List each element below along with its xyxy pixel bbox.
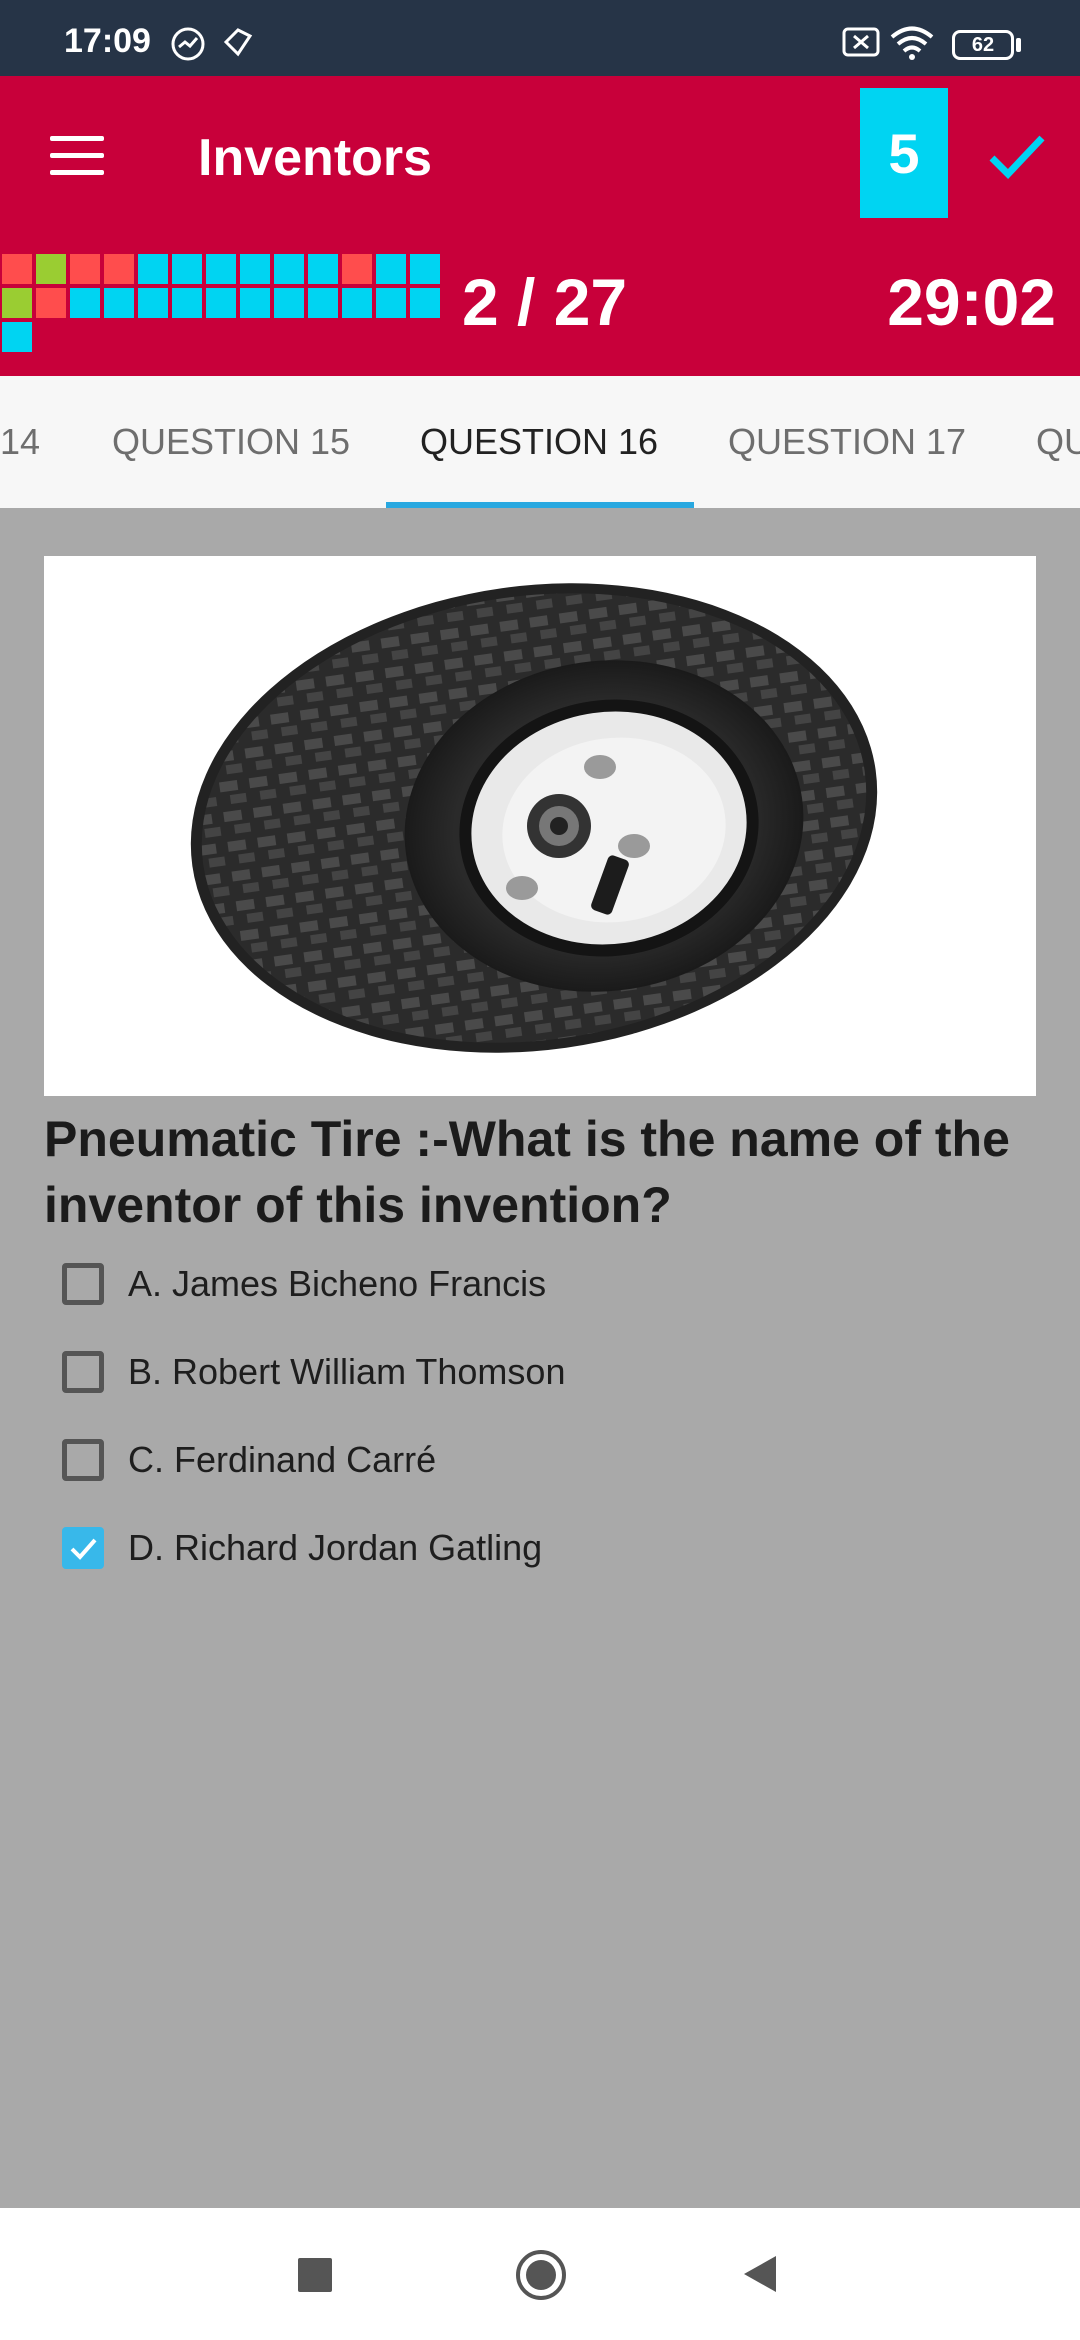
question-count-badge[interactable]: 5: [860, 88, 948, 218]
progress-cell-pending: [376, 288, 406, 318]
app-bar: Inventors 5 2 / 27 29:02: [0, 76, 1080, 376]
hamburger-icon-line: [50, 153, 104, 158]
option-a-label: A. James Bicheno Francis: [128, 1263, 547, 1304]
progress-cell-wrong: [104, 254, 134, 284]
wifi-icon: [890, 26, 934, 60]
home-circle-icon[interactable]: [514, 2248, 568, 2302]
progress-cell-pending: [274, 254, 304, 284]
pneumatic-tire-image: [190, 583, 878, 1053]
progress-cell-pending: [172, 288, 202, 318]
battery-level: 62: [971, 33, 995, 56]
option-d-checkbox[interactable]: [62, 1527, 104, 1569]
progress-cell-pending: [308, 254, 338, 284]
progress-cell-pending: [70, 288, 100, 318]
progress-cell-pending: [206, 254, 236, 284]
quiz-timer: 29:02: [887, 265, 1056, 339]
tab-question-14[interactable]: 14: [0, 376, 40, 508]
hamburger-icon-line: [50, 170, 104, 175]
active-tab-indicator: [386, 502, 694, 508]
progress-cell-pending: [138, 254, 168, 284]
option-c-checkbox[interactable]: [62, 1439, 104, 1481]
checkbox-check-icon: [70, 1538, 97, 1560]
page-title: Inventors: [198, 129, 433, 187]
progress-cell-pending: [308, 288, 338, 318]
tab-question-18[interactable]: QU: [1036, 376, 1080, 508]
progress-cell-pending: [410, 288, 440, 318]
progress-cell-pending: [206, 288, 236, 318]
tab-question-17[interactable]: QUESTION 17: [728, 376, 966, 508]
option-b-label: B. Robert William Thomson: [128, 1351, 566, 1392]
status-bar: 17:09 62: [0, 0, 1080, 76]
progress-cell-wrong: [36, 288, 66, 318]
progress-cell-wrong: [70, 254, 100, 284]
option-a-checkbox[interactable]: [62, 1263, 104, 1305]
progress-cell-pending: [342, 288, 372, 318]
messenger-icon: [223, 28, 253, 57]
option-a[interactable]: A. James Bicheno Francis: [62, 1258, 546, 1310]
progress-cell-pending: [172, 254, 202, 284]
question-image: [44, 556, 1036, 1096]
status-time: 17:09: [64, 22, 151, 60]
clock-circle-icon: [171, 27, 205, 61]
battery-icon: 62: [952, 30, 1014, 60]
progress-cell-pending: [274, 288, 304, 318]
progress-cell-pending: [138, 288, 168, 318]
battery-tip: [1016, 38, 1021, 52]
back-triangle-icon[interactable]: [742, 2254, 778, 2294]
progress-cell-correct: [2, 288, 32, 318]
tab-question-15[interactable]: QUESTION 15: [112, 376, 350, 508]
progress-cell-pending: [104, 288, 134, 318]
checkmark-icon: [989, 135, 1045, 180]
option-c[interactable]: C. Ferdinand Carré: [62, 1434, 436, 1486]
system-nav-bar: [0, 2208, 1080, 2340]
progress-cell-wrong: [342, 254, 372, 284]
progress-cell-pending: [240, 288, 270, 318]
progress-counter: 2 / 27: [462, 265, 628, 339]
option-d-label: D. Richard Jordan Gatling: [128, 1527, 543, 1568]
question-text: Pneumatic Tire :-What is the name of the…: [44, 1111, 1010, 1233]
progress-cell-pending: [2, 322, 32, 352]
option-b[interactable]: B. Robert William Thomson: [62, 1346, 565, 1398]
progress-cell-pending: [376, 254, 406, 284]
option-b-checkbox[interactable]: [62, 1351, 104, 1393]
recents-square-icon[interactable]: [298, 2258, 332, 2292]
no-sim-icon: [842, 27, 880, 57]
badge-count: 5: [888, 121, 920, 185]
menu-button[interactable]: [50, 136, 104, 176]
progress-cell-correct: [36, 254, 66, 284]
progress-cell-wrong: [2, 254, 32, 284]
option-c-label: C. Ferdinand Carré: [128, 1439, 437, 1480]
submit-check-button[interactable]: [984, 124, 1048, 188]
progress-cell-pending: [410, 254, 440, 284]
option-d[interactable]: D. Richard Jordan Gatling: [62, 1522, 542, 1574]
hamburger-icon-line: [50, 136, 104, 141]
progress-cell-pending: [240, 254, 270, 284]
tab-question-16[interactable]: QUESTION 16: [420, 376, 658, 508]
question-tabs: 14 QUESTION 15 QUESTION 16 QUESTION 17 Q…: [0, 376, 1080, 508]
